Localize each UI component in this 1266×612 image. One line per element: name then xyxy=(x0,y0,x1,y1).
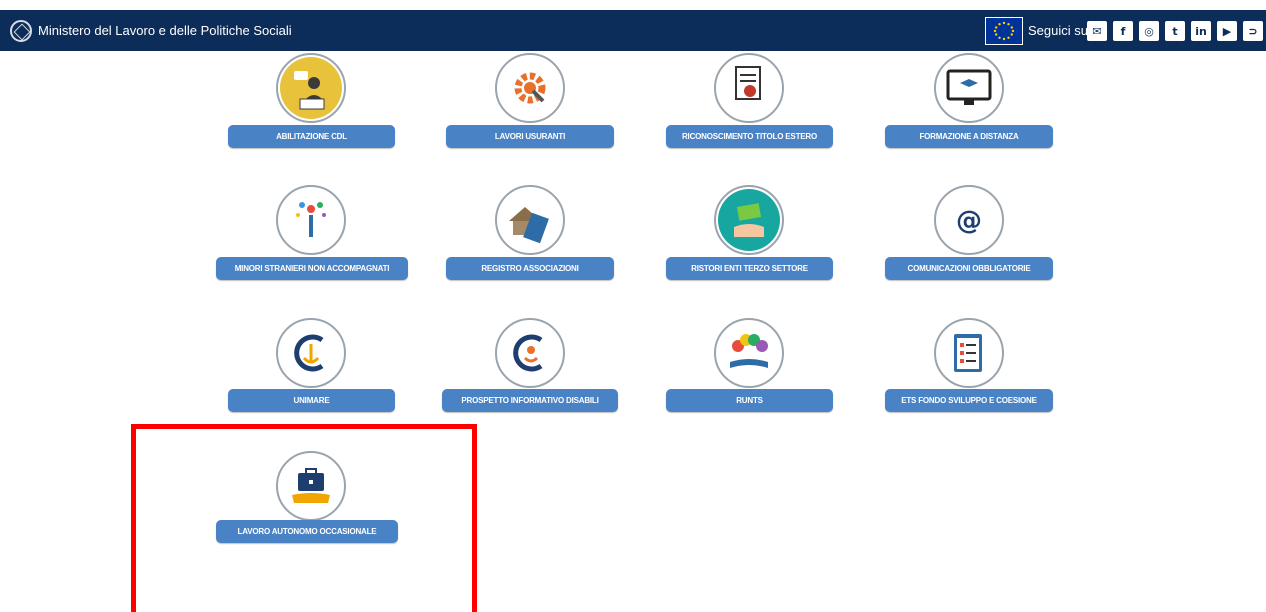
svg-text:@: @ xyxy=(956,206,982,236)
instagram-icon[interactable]: ◎ xyxy=(1139,21,1159,41)
unimare-button[interactable]: UNIMARE xyxy=(228,389,395,412)
linkedin-icon[interactable]: in xyxy=(1191,21,1211,41)
anchor-icon[interactable] xyxy=(276,318,346,388)
monitor-graduation-icon[interactable] xyxy=(934,53,1004,123)
accessibility-icon[interactable] xyxy=(495,318,565,388)
highlight-box xyxy=(131,424,477,612)
registro-associazioni-button[interactable]: REGISTRO ASSOCIAZIONI xyxy=(446,257,614,280)
house-book-icon[interactable] xyxy=(495,185,565,255)
follow-us-label: Seguici su: xyxy=(1028,23,1092,38)
eu-flag-icon xyxy=(985,17,1023,45)
rss-icon[interactable]: ⊃ xyxy=(1243,21,1263,41)
ministry-name[interactable]: Ministero del Lavoro e delle Politiche S… xyxy=(38,23,292,38)
money-hand-icon[interactable] xyxy=(714,185,784,255)
lavori-usuranti-button[interactable]: LAVORI USURANTI xyxy=(446,125,614,148)
header-bar: Ministero del Lavoro e delle Politiche S… xyxy=(0,10,1266,51)
italian-republic-emblem-icon xyxy=(10,20,32,42)
at-sign-icon[interactable]: @ xyxy=(934,185,1004,255)
riconoscimento-titolo-estero-button[interactable]: RICONOSCIMENTO TITOLO ESTERO xyxy=(666,125,833,148)
formazione-a-distanza-button[interactable]: FORMAZIONE A DISTANZA xyxy=(885,125,1053,148)
hands-book-icon[interactable] xyxy=(714,318,784,388)
comunicazioni-obbligatorie-button[interactable]: COMUNICAZIONI OBBLIGATORIE xyxy=(885,257,1053,280)
abilitazione-cdl-button[interactable]: ABILITAZIONE CDL xyxy=(228,125,395,148)
clipboard-checklist-icon[interactable] xyxy=(934,318,1004,388)
youtube-icon[interactable]: ▶ xyxy=(1217,21,1237,41)
twitter-icon[interactable]: t xyxy=(1165,21,1185,41)
certificate-icon[interactable] xyxy=(714,53,784,123)
gear-search-icon[interactable] xyxy=(495,53,565,123)
facebook-icon[interactable]: f xyxy=(1113,21,1133,41)
ristori-enti-terzo-settore-button[interactable]: RISTORI ENTI TERZO SETTORE xyxy=(666,257,833,280)
runts-button[interactable]: RUNTS xyxy=(666,389,833,412)
prospetto-informativo-disabili-button[interactable]: PROSPETTO INFORMATIVO DISABILI xyxy=(442,389,618,412)
mail-icon[interactable]: ✉ xyxy=(1087,21,1107,41)
minori-stranieri-button[interactable]: MINORI STRANIERI NON ACCOMPAGNATI xyxy=(216,257,408,280)
ets-fondo-sviluppo-button[interactable]: ETS FONDO SVILUPPO E COESIONE xyxy=(885,389,1053,412)
consultant-icon[interactable] xyxy=(276,53,346,123)
child-flowers-icon[interactable] xyxy=(276,185,346,255)
